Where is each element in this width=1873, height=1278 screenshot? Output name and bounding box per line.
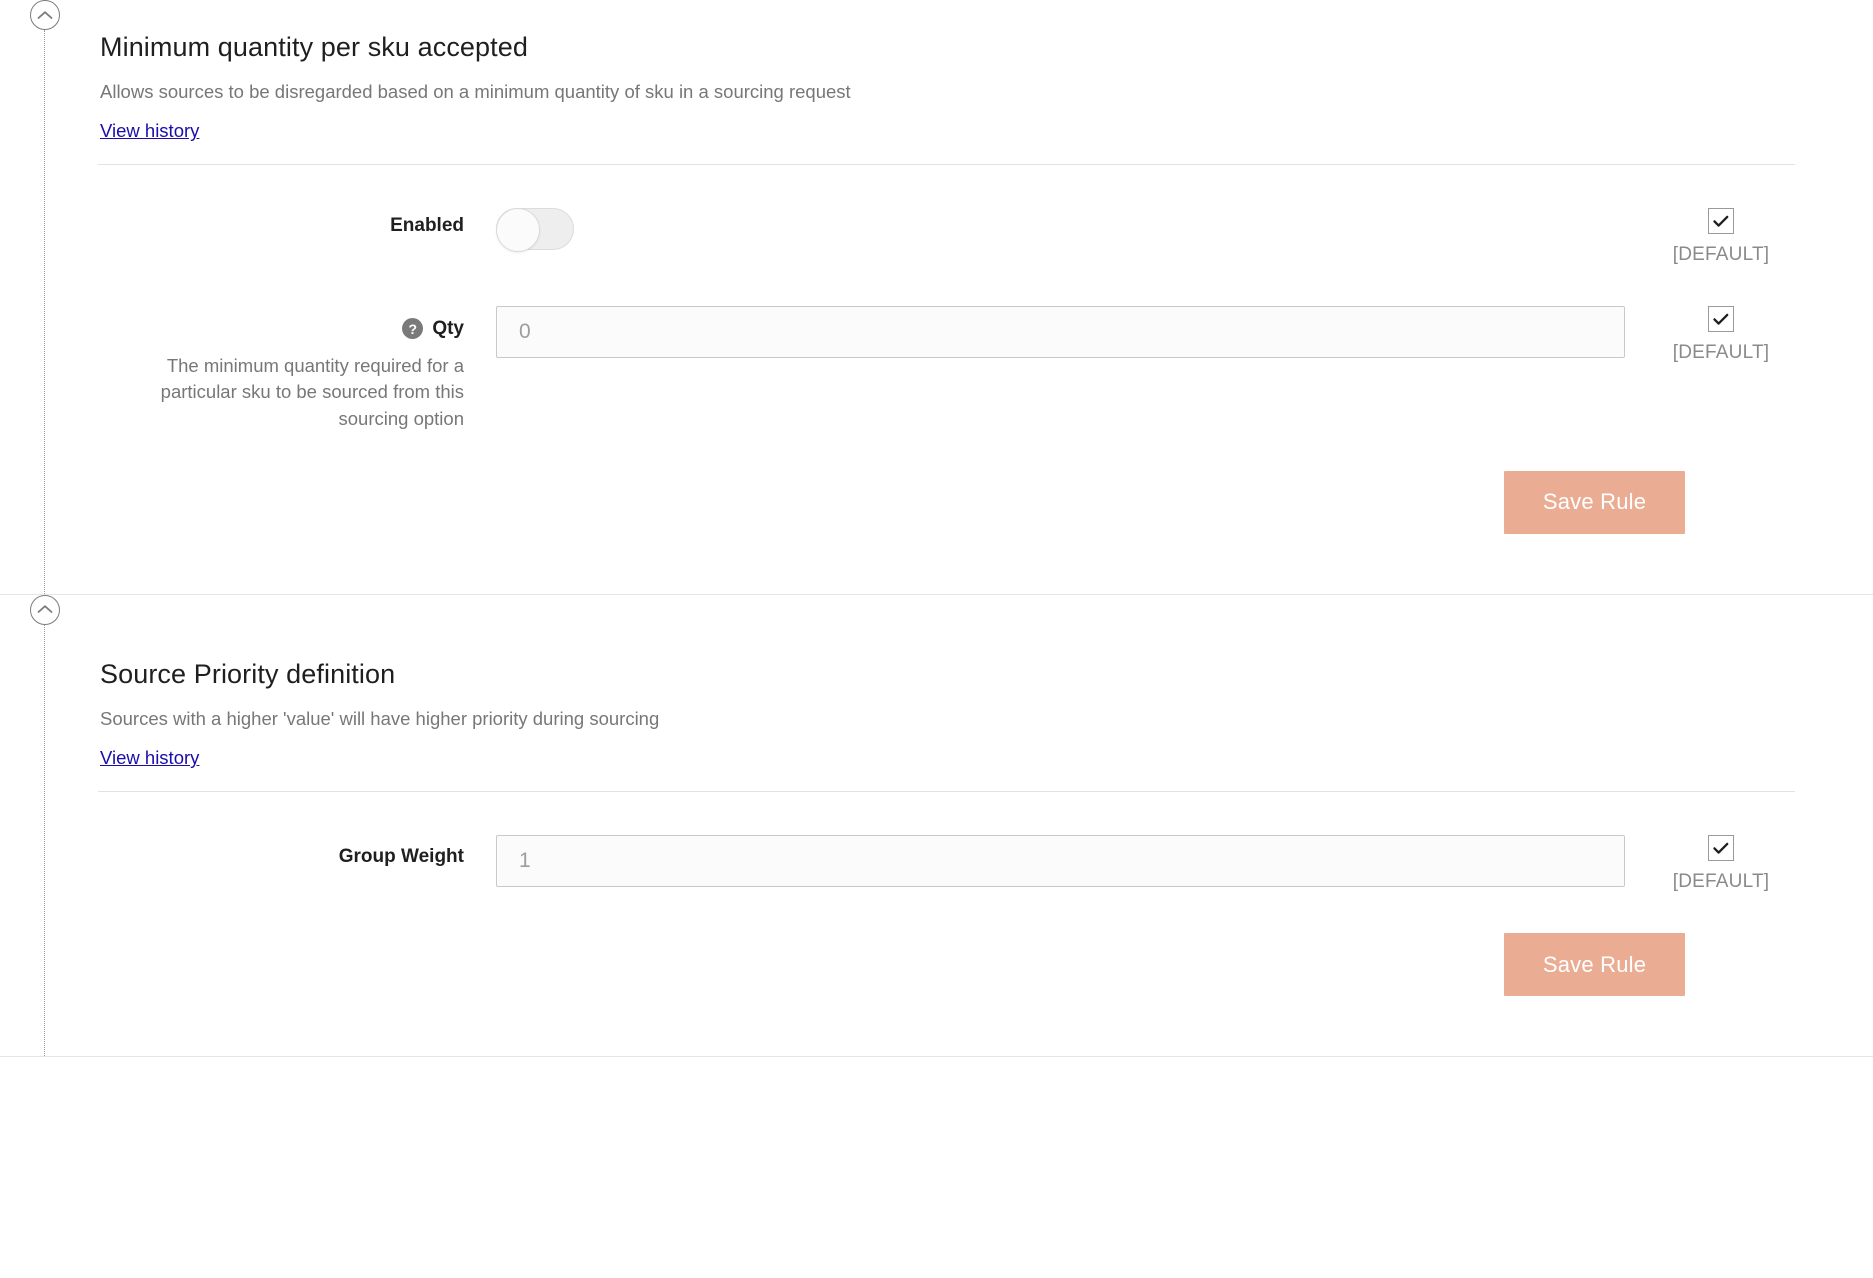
- save-rule-button[interactable]: Save Rule: [1504, 933, 1685, 997]
- row-label-column: Group Weight: [100, 835, 496, 867]
- qty-help-text: The minimum quantity required for a part…: [160, 355, 464, 429]
- section-dotted-line: [44, 30, 46, 594]
- save-row: Save Rule: [100, 432, 1795, 594]
- qty-label: ? Qty: [402, 318, 464, 340]
- enabled-default-checkbox[interactable]: [1708, 208, 1734, 235]
- row-default-column: [DEFAULT]: [1625, 835, 1795, 893]
- save-rule-button[interactable]: Save Rule: [1504, 470, 1685, 534]
- view-history-link[interactable]: View history: [100, 747, 199, 769]
- settings-page: Minimum quantity per sku accepted Allows…: [0, 0, 1873, 1058]
- section-description: Allows sources to be disregarded based o…: [100, 81, 851, 103]
- row-group-weight: Group Weight [DEFAULT]: [100, 798, 1795, 893]
- toggle-knob: [496, 208, 540, 253]
- row-label-column: Enabled: [100, 208, 496, 236]
- row-default-column: [DEFAULT]: [1625, 306, 1795, 364]
- section-description: Sources with a higher 'value' will have …: [100, 708, 660, 730]
- group-weight-input[interactable]: [496, 835, 1625, 888]
- section-title: Source Priority definition: [100, 658, 396, 689]
- page-bottom-divider: [0, 1056, 1873, 1058]
- qty-label-text: Qty: [432, 318, 464, 340]
- enabled-toggle[interactable]: [496, 208, 574, 253]
- section-dotted-line: [44, 624, 46, 1057]
- chevron-up-circle-icon[interactable]: [30, 594, 60, 625]
- question-mark-icon[interactable]: ?: [402, 318, 424, 340]
- page-title: Minimum quantity per sku accepted: [100, 32, 528, 62]
- view-history-link[interactable]: View history: [100, 120, 199, 142]
- row-label-column: ? Qty The minimum quantity required for …: [100, 306, 496, 432]
- form-body: Enabled [DEFAULT] ? Qty The minimum quan…: [100, 165, 1795, 594]
- row-default-column: [DEFAULT]: [1625, 208, 1795, 266]
- row-control-column: [496, 306, 1625, 359]
- save-row: Save Rule: [100, 893, 1795, 1056]
- form-body: Group Weight [DEFAULT]: [100, 792, 1795, 1056]
- row-enabled: Enabled [DEFAULT]: [100, 171, 1795, 266]
- group-weight-default-checkbox[interactable]: [1708, 835, 1734, 862]
- row-control-column: [496, 835, 1625, 888]
- qty-default-checkbox[interactable]: [1708, 306, 1734, 333]
- enabled-label: Enabled: [390, 215, 464, 237]
- qty-input[interactable]: [496, 306, 1625, 359]
- group-weight-default-label: [DEFAULT]: [1672, 871, 1770, 893]
- section-source-priority: Source Priority definition Sources with …: [0, 594, 1873, 1057]
- group-weight-label: Group Weight: [338, 846, 464, 868]
- row-qty: ? Qty The minimum quantity required for …: [100, 266, 1795, 432]
- enabled-default-label: [DEFAULT]: [1672, 244, 1770, 266]
- chevron-up-circle-icon[interactable]: [30, 0, 60, 30]
- row-control-column: [496, 208, 1625, 253]
- qty-default-label: [DEFAULT]: [1672, 342, 1770, 364]
- section-minimum-quantity: Minimum quantity per sku accepted Allows…: [0, 0, 1873, 594]
